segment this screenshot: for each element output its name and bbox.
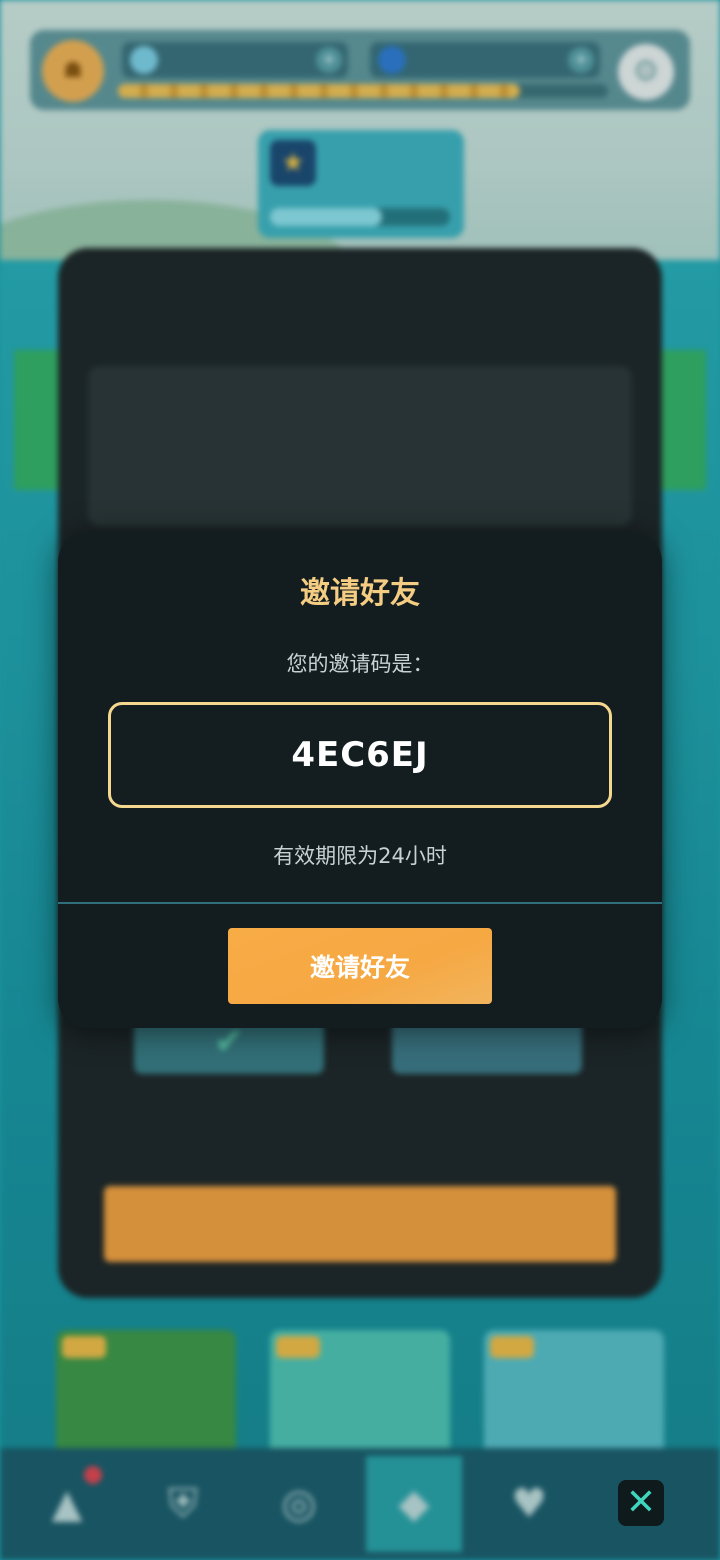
- validity-text: 有效期限为24小时: [273, 844, 447, 868]
- invite-code-label: 您的邀请码是：: [286, 652, 434, 676]
- close-icon[interactable]: ✕: [618, 1480, 664, 1526]
- invite-friend-button[interactable]: 邀请好友: [228, 928, 492, 1004]
- invite-friend-dialog: 邀请好友 您的邀请码是： 4EC6EJ 有效期限为24小时 邀请好友: [58, 532, 662, 1028]
- dialog-divider: [58, 902, 662, 904]
- dialog-title: 邀请好友: [300, 576, 420, 611]
- invite-code-field[interactable]: 4EC6EJ: [108, 702, 612, 808]
